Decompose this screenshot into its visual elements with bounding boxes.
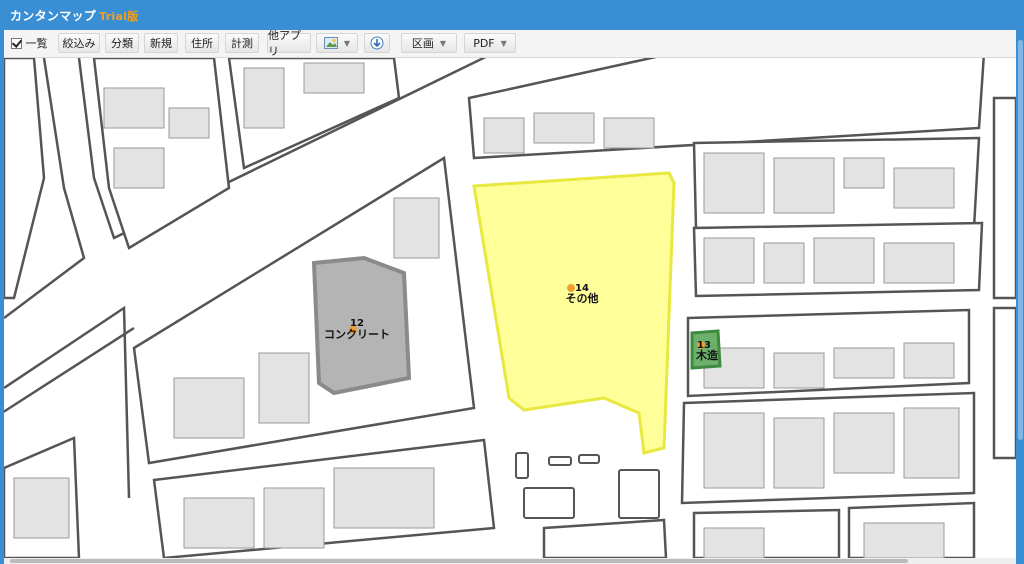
chevron-down-icon: ▼ — [439, 38, 447, 48]
toolbar: 一覧 絞込み 分類 新規 住所 計測 他アプリ ▼ 区画 ▼ PDF ▼ — [4, 30, 1016, 58]
download-button[interactable] — [364, 33, 390, 53]
chevron-down-icon: ▼ — [343, 38, 351, 48]
parcel-14-type: その他 — [566, 291, 599, 305]
list-label: 一覧 — [25, 37, 48, 50]
base-map: 14 その他 12 コンクリート 13 木造 — [4, 46, 1016, 560]
title-bar: カンタンマップ Trial版 — [0, 0, 1024, 30]
vertical-scrollbar[interactable] — [1016, 0, 1024, 564]
new-button[interactable]: 新規 — [144, 33, 178, 53]
parcel-13-type: 木造 — [695, 348, 719, 362]
image-icon — [323, 37, 338, 49]
pdf-dropdown[interactable]: PDF ▼ — [464, 33, 516, 53]
zone-dropdown[interactable]: 区画 ▼ — [401, 33, 457, 53]
horizontal-scrollbar[interactable] — [4, 558, 1016, 564]
other-apps-button[interactable]: 他アプリ — [267, 30, 311, 58]
chevron-down-icon: ▼ — [500, 38, 507, 48]
parcel-12-type: コンクリート — [324, 328, 390, 341]
list-checkbox[interactable] — [10, 37, 22, 49]
parcel-14-marker — [567, 284, 575, 292]
main-window: 一覧 絞込み 分類 新規 住所 計測 他アプリ ▼ 区画 ▼ PDF ▼ 14 … — [4, 30, 1016, 564]
measure-button[interactable]: 計測 — [225, 33, 259, 53]
horizontal-scroll-thumb[interactable] — [10, 559, 908, 563]
image-dropdown[interactable]: ▼ — [316, 33, 358, 53]
vertical-scroll-thumb[interactable] — [1018, 40, 1023, 440]
trial-badge: Trial版 — [99, 10, 139, 23]
list-toggle[interactable]: 一覧 — [8, 33, 50, 53]
download-icon — [370, 36, 384, 50]
map-canvas[interactable]: 14 その他 12 コンクリート 13 木造 — [4, 46, 1016, 560]
zone-label: 区画 — [411, 37, 434, 50]
filter-button[interactable]: 絞込み — [58, 33, 100, 53]
address-button[interactable]: 住所 — [185, 33, 219, 53]
app-name: カンタンマップ — [10, 9, 97, 23]
app-title: カンタンマップ Trial版 — [10, 7, 139, 24]
classify-button[interactable]: 分類 — [105, 33, 139, 53]
pdf-label: PDF — [473, 36, 495, 50]
